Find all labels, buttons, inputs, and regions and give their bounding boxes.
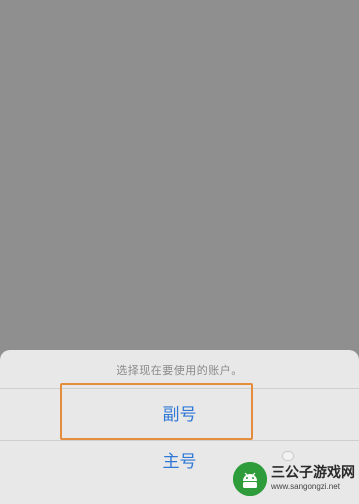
watermark-brand: 三公子游戏网: [271, 465, 355, 481]
divider: [0, 440, 359, 441]
highlight-annotation-box: [60, 383, 253, 440]
android-logo-icon: [233, 462, 267, 496]
sheet-title: 选择现在要使用的账户。: [116, 364, 243, 377]
screen: 选择现在要使用的账户。 副号 主号 三公子游戏网 www.sangongzi.n…: [0, 0, 359, 504]
watermark: 三公子游戏网 www.sangongzi.net: [233, 458, 355, 498]
watermark-url: www.sangongzi.net: [271, 482, 340, 491]
